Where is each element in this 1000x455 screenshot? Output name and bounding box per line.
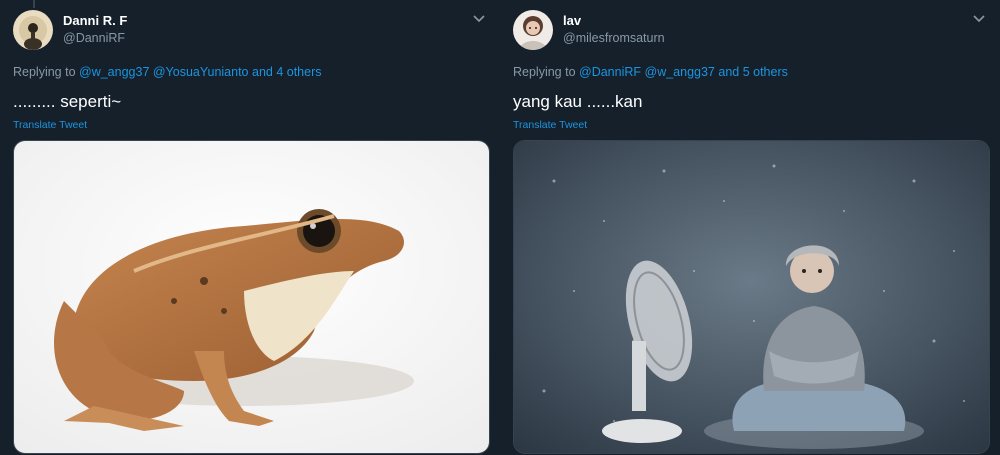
avatar[interactable] — [513, 10, 553, 50]
tweet-text: yang kau ......kan — [513, 92, 643, 111]
replying-to: Replying to @DanniRF @w_angg37 and 5 oth… — [513, 65, 788, 79]
replying-to: Replying to @w_angg37 @YosuaYunianto and… — [13, 65, 321, 79]
tweet-image-frozen-person-fan[interactable] — [513, 140, 990, 454]
translate-tweet-link[interactable]: Translate Tweet — [513, 119, 587, 131]
display-name[interactable]: Danni R. F — [63, 13, 127, 28]
chevron-down-icon[interactable] — [970, 12, 988, 26]
tweet-left[interactable]: Danni R. F @DanniRF Replying to @w_angg3… — [0, 0, 490, 455]
replying-prefix: Replying to — [13, 65, 80, 79]
replying-others-link[interactable]: and 5 others — [715, 65, 788, 79]
display-name[interactable]: lav — [563, 13, 581, 28]
avatar[interactable] — [13, 10, 53, 50]
thread-connector-line — [33, 0, 35, 8]
replying-mentions-link[interactable]: @DanniRF @w_angg37 — [579, 65, 715, 79]
chevron-down-icon[interactable] — [470, 12, 488, 26]
user-handle[interactable]: @DanniRF — [63, 31, 125, 45]
tweet-text: ......... seperti~ — [13, 92, 122, 111]
replying-mentions-link[interactable]: @w_angg37 @YosuaYunianto — [79, 65, 249, 79]
user-handle[interactable]: @milesfromsaturn — [563, 31, 665, 45]
replying-others-link[interactable]: and 4 others — [249, 65, 322, 79]
translate-tweet-link[interactable]: Translate Tweet — [13, 119, 87, 131]
replying-prefix: Replying to — [513, 65, 580, 79]
tweet-thread: Danni R. F @DanniRF Replying to @w_angg3… — [0, 0, 1000, 455]
tweet-right[interactable]: lav @milesfromsaturn Replying to @DanniR… — [500, 0, 990, 455]
tweet-image-frog[interactable] — [13, 140, 490, 454]
